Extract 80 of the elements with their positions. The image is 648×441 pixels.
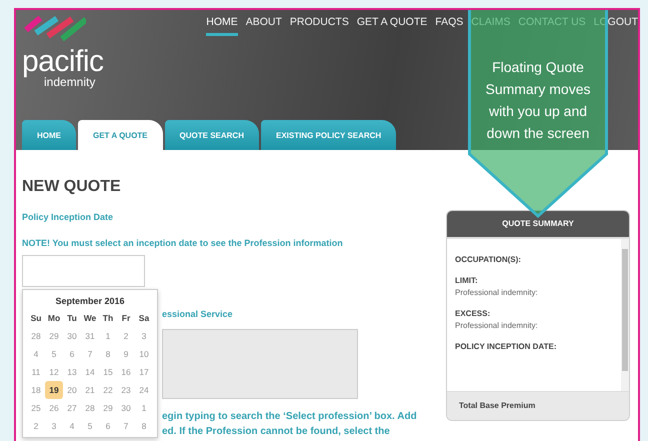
tab[interactable]: HOME	[22, 120, 76, 150]
tab[interactable]: GET A QUOTE	[78, 120, 163, 150]
weekday-label: Su	[30, 312, 42, 325]
calendar-day[interactable]: 19	[45, 381, 63, 399]
calendar-day[interactable]: 29	[45, 327, 63, 345]
calendar-day[interactable]: 2	[117, 327, 135, 345]
calendar-day[interactable]: 29	[99, 399, 117, 417]
summary-heading: OCCUPATION(S):	[455, 255, 522, 264]
nav-link[interactable]: ABOUT	[246, 16, 282, 36]
calendar-day[interactable]: 21	[81, 381, 99, 399]
profession-box[interactable]	[162, 329, 358, 399]
calendar-day[interactable]: 10	[135, 345, 153, 363]
calendar-month: September 2016	[54, 295, 126, 308]
weekday-label: Tu	[66, 312, 78, 325]
tab[interactable]: QUOTE SEARCH	[164, 120, 259, 150]
calendar-day[interactable]: 27	[63, 399, 81, 417]
calendar-day[interactable]: 9	[117, 345, 135, 363]
summary-footer: Total Base Premium	[447, 391, 629, 420]
calendar-day[interactable]: 6	[99, 417, 117, 435]
calendar-day[interactable]: 23	[117, 381, 135, 399]
calendar-day[interactable]: 17	[135, 363, 153, 381]
calendar-day[interactable]: 30	[117, 399, 135, 417]
calendar-day[interactable]: 24	[135, 381, 153, 399]
weekday-label: Mo	[46, 312, 62, 325]
calendar-day[interactable]: 30	[63, 327, 81, 345]
calendar-day[interactable]: 6	[63, 345, 81, 363]
calendar-day[interactable]: 4	[63, 417, 81, 435]
calendar-day[interactable]: 2	[27, 417, 45, 435]
calendar-day[interactable]: 5	[45, 345, 63, 363]
nav-link[interactable]: PRODUCTS	[290, 16, 349, 36]
weekday-label: We	[82, 312, 98, 325]
scrollbar[interactable]	[621, 239, 629, 391]
date-picker[interactable]: September 2016 Su Mo Tu We Th Fr Sa 28 29 30 31 1 2 3 4 5 6 7 8 9 10 11 12 13 14 15 16 17 18 19 20 21 22 23 24 25 26 27 28 29 30 1 2 3 4 5 6 7 8	[22, 289, 158, 438]
summary-line: Professional indemnity:	[455, 321, 539, 330]
calendar-day[interactable]: 1	[135, 399, 153, 417]
weekday-label: Th	[102, 312, 114, 325]
summary-heading: LIMIT:	[455, 276, 479, 285]
calendar-day[interactable]: 14	[81, 363, 99, 381]
calendar-day[interactable]: 1	[99, 327, 117, 345]
calendar-day[interactable]: 15	[99, 363, 117, 381]
calendar-day[interactable]: 13	[63, 363, 81, 381]
calendar-day[interactable]: 3	[135, 327, 153, 345]
weekday-label: Fr	[120, 312, 132, 325]
calendar-day[interactable]: 8	[99, 345, 117, 363]
logo-wordmark: pacific	[22, 48, 104, 76]
calendar-day[interactable]: 25	[27, 399, 45, 417]
calendar-day[interactable]: 28	[27, 327, 45, 345]
calendar-day[interactable]: 7	[117, 417, 135, 435]
weekday-label: Sa	[138, 312, 150, 325]
nav-link[interactable]: HOME	[206, 16, 238, 36]
summary-heading: POLICY INCEPTION DATE:	[455, 342, 558, 351]
tab[interactable]: EXISTING POLICY SEARCH	[260, 120, 396, 150]
calendar-day[interactable]: 4	[27, 345, 45, 363]
summary-line: Professional indemnity:	[455, 288, 539, 297]
calendar-day[interactable]: 26	[45, 399, 63, 417]
calendar-day[interactable]: 18	[27, 381, 45, 399]
calendar-day[interactable]: 12	[45, 363, 63, 381]
summary-heading: EXCESS:	[455, 309, 492, 318]
help-text: egin typing to search the ‘Select profession’ box. Add	[162, 410, 418, 424]
calendar-day[interactable]: 28	[81, 399, 99, 417]
calendar-day[interactable]: 11	[27, 363, 45, 381]
help-text: ed. If the Profession cannot be found, select the	[162, 425, 391, 439]
nav-link[interactable]: FAQS	[435, 16, 464, 36]
calendar-day[interactable]: 5	[81, 417, 99, 435]
note-text: NOTE! You must select an inception date to see the Profession information	[22, 238, 344, 248]
calendar-day[interactable]: 16	[117, 363, 135, 381]
summary-header: QUOTE SUMMARY	[447, 211, 629, 237]
date-input-field[interactable]	[22, 255, 145, 287]
field-label: essional Service	[162, 309, 234, 319]
calendar-day[interactable]: 20	[63, 381, 81, 399]
calendar-day[interactable]: 3	[45, 417, 63, 435]
field-label: Policy Inception Date	[22, 212, 114, 222]
calendar-day[interactable]: 22	[99, 381, 117, 399]
page-title: NEW QUOTE	[22, 178, 122, 197]
logo-tagline: indemnity	[44, 76, 96, 89]
calendar-day[interactable]: 31	[81, 327, 99, 345]
calendar-day[interactable]: 7	[81, 345, 99, 363]
nav-link[interactable]: GET A QUOTE	[356, 16, 428, 36]
calendar-day[interactable]: 8	[135, 417, 153, 435]
callout-text: Floating Quote Summary moves with you up and down the screen	[484, 58, 592, 143]
